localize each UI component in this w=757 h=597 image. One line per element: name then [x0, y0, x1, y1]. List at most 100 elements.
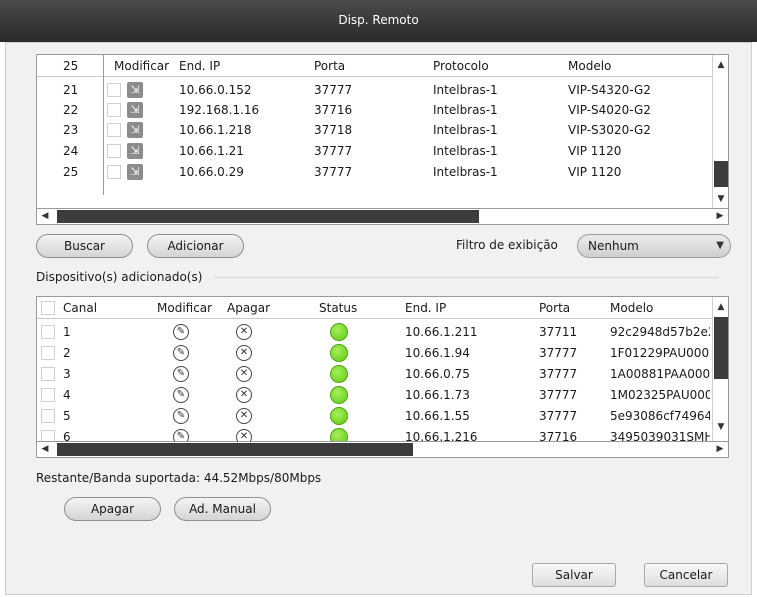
header-model[interactable]: Modelo: [568, 56, 611, 76]
delete-x-icon[interactable]: ✕: [236, 408, 252, 424]
bandwidth-info: Restante/Banda suportada: 44.52Mbps/80Mb…: [36, 471, 322, 485]
table-row[interactable]: 24 ⇲ 10.66.1.21 37777 Intelbras-1 VIP 11…: [37, 141, 728, 161]
window-titlebar: Disp. Remoto: [0, 0, 757, 42]
search-results-table: 25 Modificar End. IP Porta Protocolo Mod…: [36, 54, 729, 210]
row-checkbox[interactable]: [107, 83, 121, 97]
status-online-icon: [330, 344, 348, 362]
search-horizontal-scrollbar[interactable]: ◀ ▶: [36, 208, 729, 225]
scroll-right-icon[interactable]: ▶: [712, 209, 728, 224]
row-ip: 10.66.1.55: [405, 409, 470, 423]
scroll-thumb[interactable]: [57, 210, 479, 223]
row-model: VIP 1120: [568, 165, 622, 179]
header-port[interactable]: Porta: [314, 56, 345, 76]
row-checkbox[interactable]: [107, 103, 121, 117]
row-port: 37777: [314, 165, 353, 179]
row-number: 24: [63, 144, 79, 158]
scroll-up-icon[interactable]: ▲: [713, 299, 728, 315]
search-button[interactable]: Buscar: [36, 234, 133, 258]
row-port: 37777: [314, 83, 353, 97]
row-model: 5e93086cf74964: [610, 409, 710, 423]
chevron-down-icon: ▼: [716, 240, 724, 251]
scroll-thumb[interactable]: [714, 161, 728, 187]
status-online-icon: [330, 365, 348, 383]
row-port: 37777: [314, 144, 353, 158]
row-port: 37777: [539, 346, 578, 360]
edit-icon[interactable]: ✎: [173, 324, 189, 340]
header-modify: Modificar: [157, 301, 213, 315]
table-row[interactable]: 1 ✎ ✕ 10.66.1.211 37711 92c2948d57b2e2: [37, 322, 728, 342]
delete-x-icon[interactable]: ✕: [236, 387, 252, 403]
table-row[interactable]: 22 ⇲ 192.168.1.16 37716 Intelbras-1 VIP-…: [37, 100, 728, 120]
edit-icon[interactable]: ✎: [173, 408, 189, 424]
header-protocol[interactable]: Protocolo: [433, 56, 489, 76]
section-divider: [214, 277, 719, 278]
edit-icon[interactable]: ✎: [173, 366, 189, 382]
scroll-down-icon[interactable]: ▼: [713, 191, 728, 207]
added-horizontal-scrollbar[interactable]: ◀ ▶: [36, 441, 729, 458]
add-device-icon[interactable]: ⇲: [127, 122, 143, 138]
add-device-icon[interactable]: ⇲: [127, 102, 143, 118]
edit-icon[interactable]: ✎: [173, 345, 189, 361]
scroll-thumb[interactable]: [714, 317, 728, 379]
header-channel[interactable]: Canal: [63, 298, 97, 318]
delete-x-icon[interactable]: ✕: [236, 366, 252, 382]
row-ip: 10.66.0.152: [179, 83, 252, 97]
row-checkbox[interactable]: [41, 367, 55, 381]
delete-x-icon[interactable]: ✕: [236, 345, 252, 361]
header-modify[interactable]: Modificar: [114, 56, 169, 76]
row-channel: 1: [63, 325, 71, 339]
table-row[interactable]: 23 ⇲ 10.66.1.218 37718 Intelbras-1 VIP-S…: [37, 120, 728, 140]
add-device-icon[interactable]: ⇲: [127, 82, 143, 98]
manual-add-button[interactable]: Ad. Manual: [174, 497, 271, 521]
row-ip: 10.66.1.21: [179, 144, 244, 158]
row-number: 23: [63, 123, 79, 137]
row-protocol: Intelbras-1: [433, 165, 498, 179]
header-port[interactable]: Porta: [539, 298, 570, 318]
table-row[interactable]: 4 ✎ ✕ 10.66.1.73 37777 1M02325PAU000: [37, 385, 728, 405]
row-model: 1F01229PAU0001: [610, 346, 710, 360]
row-checkbox[interactable]: [41, 409, 55, 423]
table-row[interactable]: 3 ✎ ✕ 10.66.0.75 37777 1A00881PAA000: [37, 364, 728, 384]
filter-value: Nenhum: [588, 239, 639, 253]
row-checkbox[interactable]: [41, 388, 55, 402]
row-checkbox[interactable]: [41, 346, 55, 360]
edit-icon[interactable]: ✎: [173, 387, 189, 403]
add-button[interactable]: Adicionar: [147, 234, 244, 258]
scroll-up-icon[interactable]: ▲: [713, 57, 728, 73]
row-model: 1A00881PAA000: [610, 367, 710, 381]
row-checkbox[interactable]: [107, 165, 121, 179]
scroll-left-icon[interactable]: ◀: [37, 442, 53, 457]
add-device-icon[interactable]: ⇲: [127, 143, 143, 159]
added-table-header: Canal Modificar Apagar Status End. IP Po…: [37, 297, 728, 319]
header-ip[interactable]: End. IP: [405, 298, 446, 318]
table-row[interactable]: 5 ✎ ✕ 10.66.1.55 37777 5e93086cf74964: [37, 406, 728, 426]
delete-button[interactable]: Apagar: [64, 497, 161, 521]
header-ip[interactable]: End. IP: [179, 56, 220, 76]
add-device-icon[interactable]: ⇲: [127, 164, 143, 180]
save-button[interactable]: Salvar: [532, 563, 616, 587]
header-model[interactable]: Modelo: [610, 298, 653, 318]
header-status[interactable]: Status: [319, 298, 357, 318]
table-row[interactable]: 25 ⇲ 10.66.0.29 37777 Intelbras-1 VIP 11…: [37, 162, 728, 182]
row-ip: 192.168.1.16: [179, 103, 260, 117]
row-checkbox[interactable]: [41, 325, 55, 339]
added-vertical-scrollbar[interactable]: ▲ ▼: [712, 297, 728, 445]
search-vertical-scrollbar[interactable]: ▲ ▼: [712, 55, 728, 209]
select-all-checkbox[interactable]: [41, 301, 55, 315]
cancel-button[interactable]: Cancelar: [644, 563, 728, 587]
status-online-icon: [330, 407, 348, 425]
scroll-down-icon[interactable]: ▼: [713, 419, 728, 435]
row-ip: 10.66.0.29: [179, 165, 244, 179]
delete-x-icon[interactable]: ✕: [236, 324, 252, 340]
table-row[interactable]: 2 ✎ ✕ 10.66.1.94 37777 1F01229PAU0001: [37, 343, 728, 363]
added-devices-title: Dispositivo(s) adicionado(s): [36, 270, 203, 284]
scroll-thumb[interactable]: [57, 443, 413, 456]
row-model: 1M02325PAU000: [610, 388, 710, 402]
scroll-right-icon[interactable]: ▶: [712, 442, 728, 457]
row-checkbox[interactable]: [107, 123, 121, 137]
table-row[interactable]: 21 ⇲ 10.66.0.152 37777 Intelbras-1 VIP-S…: [37, 80, 728, 100]
row-checkbox[interactable]: [107, 144, 121, 158]
row-port: 37777: [539, 388, 578, 402]
scroll-left-icon[interactable]: ◀: [37, 209, 53, 224]
filter-select[interactable]: Nenhum ▼: [577, 234, 731, 258]
